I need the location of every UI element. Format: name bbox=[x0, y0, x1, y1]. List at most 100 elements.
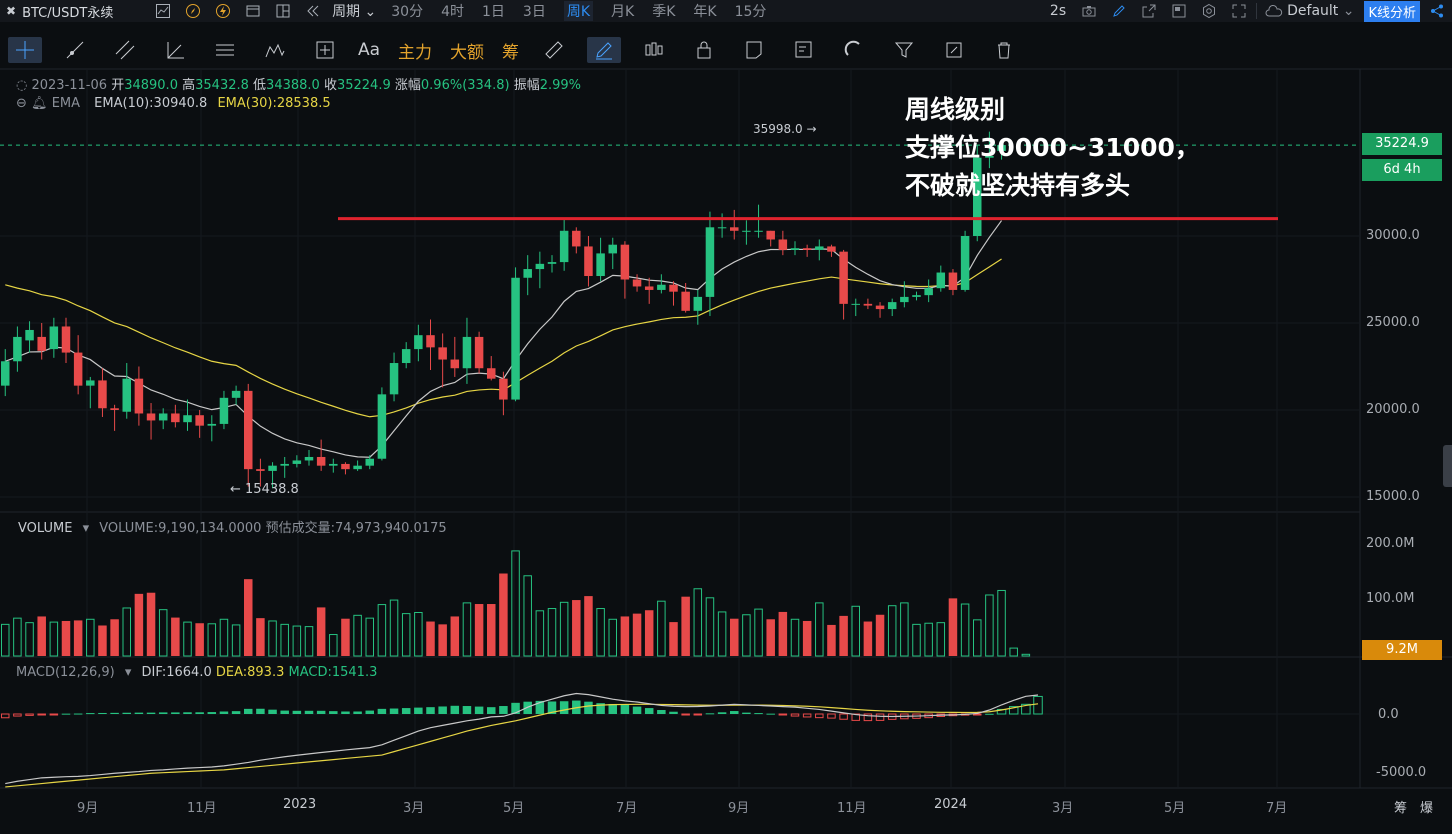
volume-bar bbox=[98, 625, 107, 656]
candle-body bbox=[292, 460, 302, 464]
angle-tool-icon[interactable] bbox=[158, 37, 192, 63]
volume-estimate: 预估成交量:74,973,940.0175 bbox=[265, 521, 447, 536]
compass-icon[interactable] bbox=[184, 2, 202, 20]
draw-mode-icon[interactable] bbox=[587, 37, 622, 63]
liquidation-toggle[interactable]: 爆 bbox=[1420, 797, 1433, 816]
note-tool-icon[interactable] bbox=[737, 37, 771, 63]
layout-icon[interactable] bbox=[244, 2, 262, 20]
annotation-line-2: 支撑位30000~31000， bbox=[905, 133, 1200, 162]
trend-line-tool-icon[interactable] bbox=[58, 37, 92, 63]
sync-tool-icon[interactable] bbox=[937, 37, 971, 63]
candle-body bbox=[487, 368, 496, 379]
volume-bar bbox=[134, 593, 144, 656]
volume-bar bbox=[25, 622, 34, 657]
indicator-settings-icon[interactable]: ⊖ bbox=[16, 96, 27, 111]
theme-selector[interactable]: Default ⌄ bbox=[1287, 3, 1354, 19]
ruler-tool-icon[interactable] bbox=[537, 37, 571, 63]
edit-tool-icon[interactable] bbox=[787, 37, 821, 63]
candle-body bbox=[511, 277, 520, 400]
side-collapse-handle[interactable] bbox=[1443, 445, 1452, 487]
volume-bar bbox=[644, 610, 654, 656]
volume-bar bbox=[681, 596, 690, 656]
period-15m[interactable]: 15分 bbox=[735, 1, 767, 21]
volume-last-tag: 9.2M bbox=[1362, 640, 1442, 660]
candle-body bbox=[256, 469, 265, 471]
horizontal-lines-tool-icon[interactable] bbox=[208, 37, 242, 63]
volume-bar bbox=[730, 618, 739, 656]
macd-histogram-bar bbox=[341, 711, 350, 714]
symbol-selector[interactable]: BTC/USDT永续 bbox=[22, 2, 142, 21]
text-tool[interactable]: Aa bbox=[358, 37, 380, 63]
macd-histogram-bar bbox=[584, 701, 593, 714]
candlestick-chart[interactable] bbox=[0, 0, 1452, 834]
volume-bar bbox=[329, 634, 338, 657]
share-icon[interactable] bbox=[1428, 2, 1446, 20]
x-axis-label: 2023 bbox=[283, 797, 317, 812]
period-year[interactable]: 年K bbox=[693, 1, 716, 21]
macd-histogram-bar bbox=[900, 713, 909, 720]
volume-bar bbox=[158, 609, 168, 657]
trash-tool-icon[interactable] bbox=[987, 37, 1021, 63]
kline-analysis-button[interactable]: K线分析 bbox=[1364, 0, 1420, 22]
period-30m[interactable]: 30分 bbox=[391, 1, 423, 21]
macd-histogram-bar bbox=[304, 710, 314, 714]
refresh-interval[interactable]: 2s bbox=[1050, 3, 1066, 19]
menu-icon[interactable]: ✖ bbox=[6, 4, 16, 18]
price-axis-label: 20000.0 bbox=[1366, 402, 1420, 417]
chips-toggle[interactable]: 筹 bbox=[1394, 797, 1407, 816]
volume-bar bbox=[936, 622, 946, 657]
candle-body bbox=[596, 253, 605, 277]
volume-axis-label: 100.0M bbox=[1366, 591, 1415, 606]
lock-tool-icon[interactable] bbox=[687, 37, 721, 63]
main-force-button[interactable]: 主力 bbox=[398, 37, 432, 63]
dea-value: DEA:893.3 bbox=[215, 665, 285, 680]
volume-bar bbox=[389, 599, 399, 657]
period-week[interactable]: 周K bbox=[563, 1, 594, 21]
macd-histogram-bar bbox=[730, 711, 739, 714]
chevron-down-icon: ⌄ bbox=[360, 4, 377, 20]
volume-bar bbox=[49, 621, 59, 657]
period-menu[interactable]: 周期 ⌄ bbox=[332, 1, 376, 21]
chart-line-icon[interactable] bbox=[154, 2, 172, 20]
parallel-channel-tool-icon[interactable] bbox=[108, 37, 142, 63]
pattern-tool-icon[interactable] bbox=[258, 37, 292, 63]
big-order-button[interactable]: 大额 bbox=[450, 37, 484, 63]
fullscreen-icon[interactable] bbox=[1230, 2, 1248, 20]
template-icon[interactable] bbox=[1170, 2, 1188, 20]
volume-bar bbox=[572, 600, 581, 656]
measure-tool-icon[interactable] bbox=[308, 37, 342, 63]
volume-bar bbox=[851, 605, 860, 657]
macd-histogram-bar bbox=[61, 713, 71, 715]
volume-dropdown-icon[interactable]: ▾ bbox=[83, 521, 90, 536]
candle-body bbox=[523, 269, 532, 278]
settings-icon[interactable] bbox=[1200, 2, 1218, 20]
support-annotation[interactable]: 周线级别 支撑位30000~31000， 不破就坚决持有多头 bbox=[905, 91, 1200, 205]
macd-histogram-bar bbox=[511, 702, 520, 714]
period-1d[interactable]: 1日 bbox=[482, 1, 505, 21]
rewind-icon[interactable] bbox=[304, 2, 322, 20]
chips-button[interactable]: 筹 bbox=[502, 37, 519, 63]
macd-histogram-bar bbox=[377, 708, 387, 714]
camera-icon[interactable] bbox=[1080, 2, 1098, 20]
macd-histogram-bar bbox=[450, 705, 460, 714]
filter-tool-icon[interactable] bbox=[887, 37, 921, 63]
period-month[interactable]: 月K bbox=[611, 1, 634, 21]
magnet-tool-icon[interactable] bbox=[837, 37, 871, 63]
lightning-icon[interactable] bbox=[214, 2, 232, 20]
candle-body bbox=[948, 272, 958, 290]
pen-icon[interactable] bbox=[1110, 2, 1128, 20]
period-3d[interactable]: 3日 bbox=[523, 1, 546, 21]
bell-icon[interactable]: 🔔︎ bbox=[31, 96, 48, 111]
period-quarter[interactable]: 季K bbox=[652, 1, 675, 21]
popout-icon[interactable] bbox=[1140, 2, 1158, 20]
cloud-icon[interactable] bbox=[1265, 2, 1283, 20]
period-4h[interactable]: 4时 bbox=[441, 1, 464, 21]
candles-tool-icon[interactable] bbox=[637, 37, 671, 63]
macd-histogram-bar bbox=[462, 706, 472, 714]
macd-dropdown-icon[interactable]: ▾ bbox=[125, 665, 132, 680]
candle-body bbox=[134, 378, 144, 414]
macd-histogram-bar bbox=[790, 713, 800, 717]
grid-layout-icon[interactable] bbox=[274, 2, 292, 20]
crosshair-tool-icon[interactable] bbox=[8, 37, 42, 63]
macd-histogram-bar bbox=[523, 701, 532, 714]
